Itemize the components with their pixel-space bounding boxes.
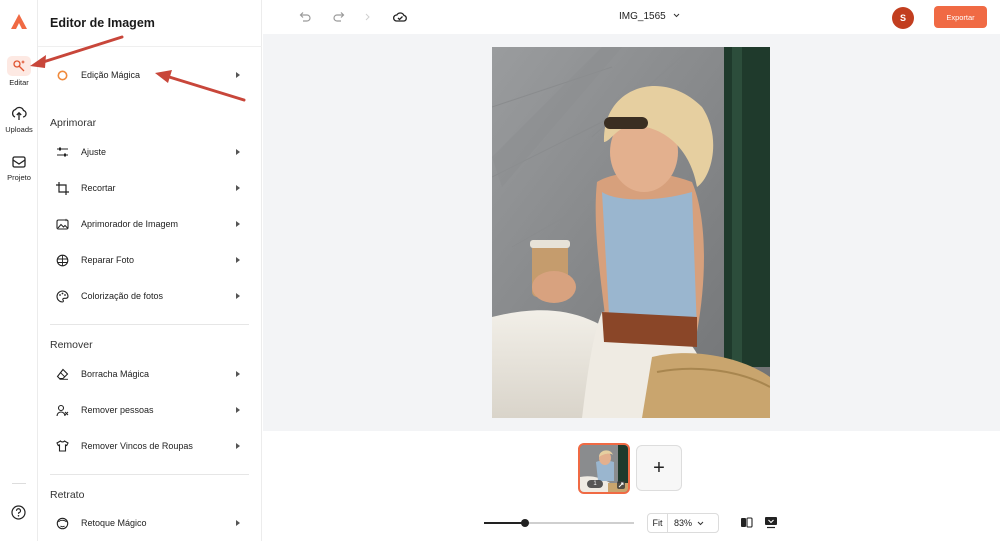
section-divider: [50, 324, 249, 325]
icon-rail: Editar Uploads Projeto: [0, 0, 38, 541]
menu-item-label: Recortar: [81, 183, 116, 193]
rail-item-projeto[interactable]: Projeto: [0, 154, 38, 182]
cloud-saved-icon[interactable]: [393, 10, 407, 24]
chevron-right-icon: [236, 371, 240, 377]
image-enhance-icon: [55, 217, 69, 231]
menu-item-colorizacao-de-fotos[interactable]: Colorização de fotos: [50, 285, 250, 307]
menu-item-remover-pessoas[interactable]: Remover pessoas: [50, 399, 250, 421]
project-icon: [12, 156, 26, 168]
menu-item-label: Retoque Mágico: [81, 518, 147, 528]
magic-edit-icon: [13, 60, 25, 72]
zoom-slider-handle[interactable]: [521, 519, 529, 527]
menu-item-label: Remover pessoas: [81, 405, 154, 415]
chevron-down-icon[interactable]: [673, 13, 680, 18]
menu-item-borracha-magica[interactable]: Borracha Mágica: [50, 363, 250, 385]
fit-screen-icon[interactable]: [764, 516, 778, 529]
shirt-icon: [55, 439, 69, 453]
menu-item-label: Edição Mágica: [81, 70, 141, 80]
menu-item-recortar[interactable]: Recortar: [50, 177, 250, 199]
chevron-right-icon: [236, 185, 240, 191]
chevron-down-icon[interactable]: [697, 521, 704, 526]
chevron-right-icon: [236, 149, 240, 155]
menu-item-label: Aprimorador de Imagem: [81, 219, 179, 229]
zoom-control[interactable]: Fit 83%: [647, 513, 719, 533]
panel-header-divider: [38, 46, 262, 47]
menu-item-ajuste[interactable]: Ajuste: [50, 141, 250, 163]
repair-icon: [55, 253, 69, 267]
section-title-remover: Remover: [50, 339, 93, 351]
menu-item-retoque-magico[interactable]: Retoque Mágico: [50, 512, 250, 534]
export-button[interactable]: Exportar: [934, 6, 987, 28]
menu-item-aprimorador-de-imagem[interactable]: Aprimorador de Imagem: [50, 213, 250, 235]
avatar[interactable]: S: [892, 7, 914, 29]
panel-title: Editor de Imagem: [50, 16, 155, 30]
chevron-right-icon: [236, 407, 240, 413]
editor-panel: Editor de Imagem Edição Mágica Aprimorar…: [38, 0, 262, 541]
undo-icon[interactable]: [297, 10, 311, 24]
add-image-button[interactable]: +: [636, 445, 682, 491]
menu-item-label: Remover Vincos de Roupas: [81, 441, 193, 451]
zoom-slider-fill: [484, 522, 525, 524]
chevron-right-icon: [236, 257, 240, 263]
face-retouch-icon: [55, 516, 69, 530]
eraser-icon: [55, 367, 69, 381]
menu-item-remover-vincos[interactable]: Remover Vincos de Roupas: [50, 435, 250, 457]
app-logo[interactable]: [9, 12, 29, 32]
edited-photo[interactable]: [492, 47, 770, 418]
menu-item-label: Colorização de fotos: [81, 291, 164, 301]
crop-icon: [55, 181, 69, 195]
thumbnail-index-badge: 1: [587, 480, 603, 488]
zoom-fit-button[interactable]: Fit: [648, 514, 668, 532]
rail-item-uploads[interactable]: Uploads: [0, 106, 38, 134]
help-icon[interactable]: [11, 505, 26, 520]
menu-item-reparar-foto[interactable]: Reparar Foto: [50, 249, 250, 271]
rail-item-label: Editar: [9, 78, 29, 87]
rail-item-editar[interactable]: Editar: [0, 56, 38, 87]
palette-icon: [55, 289, 69, 303]
sliders-icon: [55, 145, 69, 159]
expand-icon[interactable]: [617, 481, 625, 489]
chevron-right-icon: [236, 72, 240, 78]
section-title-retrato: Retrato: [50, 489, 85, 501]
upload-icon: [11, 106, 27, 120]
ring-icon: [55, 68, 69, 82]
section-divider: [50, 474, 249, 475]
rail-divider: [12, 483, 26, 484]
chevron-right-icon: [236, 293, 240, 299]
menu-item-label: Ajuste: [81, 147, 107, 157]
chevron-right-icon: [236, 443, 240, 449]
menu-item-edicao-magica[interactable]: Edição Mágica: [50, 64, 250, 86]
photo-illustration: [492, 47, 770, 418]
zoom-percent[interactable]: 83%: [668, 518, 692, 528]
compare-icon[interactable]: [740, 516, 753, 529]
image-thumbnail[interactable]: 1: [578, 443, 630, 494]
filmstrip-bar: [263, 431, 1000, 506]
file-name[interactable]: IMG_1565: [619, 11, 666, 22]
remove-person-icon: [55, 403, 69, 417]
toolbar-separator-icon: [365, 13, 370, 21]
menu-item-label: Borracha Mágica: [81, 369, 150, 379]
section-title-aprimorar: Aprimorar: [50, 117, 97, 129]
rail-item-label: Uploads: [5, 125, 33, 134]
chevron-right-icon: [236, 221, 240, 227]
chevron-right-icon: [236, 520, 240, 526]
rail-item-label: Projeto: [7, 173, 31, 182]
menu-item-label: Reparar Foto: [81, 255, 135, 265]
redo-icon[interactable]: [333, 10, 347, 24]
